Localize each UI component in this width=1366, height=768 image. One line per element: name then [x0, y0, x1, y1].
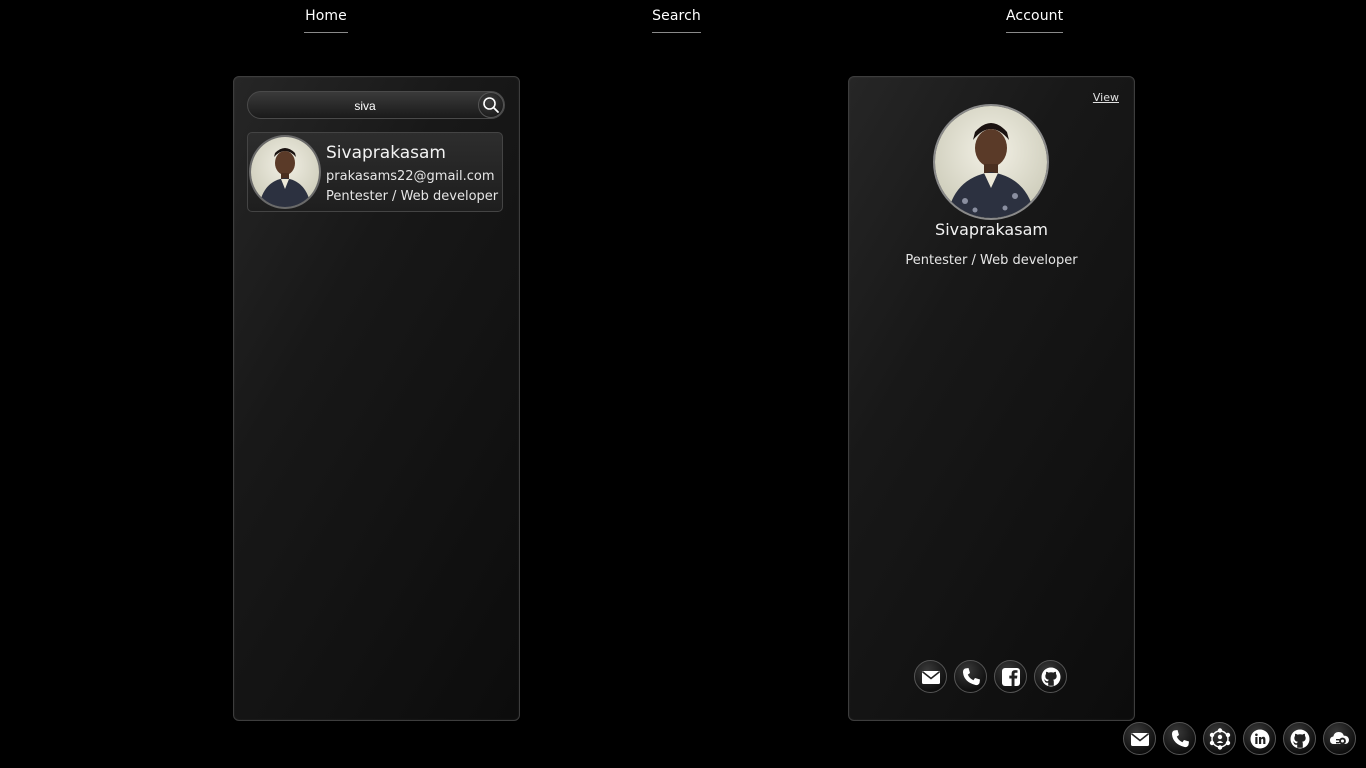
nav-home[interactable]: Home: [304, 8, 348, 33]
nav-search[interactable]: Search: [652, 8, 701, 33]
nav-account[interactable]: Account: [1006, 8, 1063, 33]
profile-avatar: [933, 104, 1049, 220]
search-button[interactable]: [478, 92, 504, 118]
phone-icon: [962, 667, 980, 685]
search-result-item[interactable]: Sivaprakasam prakasams22@gmail.com Pente…: [247, 132, 503, 212]
result-role: Pentester / Web developer: [326, 189, 499, 204]
github-icon: [1041, 667, 1060, 686]
profile-role: Pentester / Web developer: [905, 253, 1078, 268]
search-bar: [247, 91, 505, 119]
search-input[interactable]: [258, 95, 472, 117]
cloud-icon: [1329, 731, 1349, 744]
view-link[interactable]: View: [1093, 91, 1119, 104]
linkedin-icon: [1250, 729, 1269, 748]
search-icon: [483, 97, 499, 113]
profile-name: Sivaprakasam: [935, 220, 1048, 239]
phone-icon: [1171, 729, 1189, 747]
result-avatar: [249, 135, 321, 209]
email-icon: [1130, 732, 1149, 746]
profile-github-button[interactable]: [1034, 660, 1067, 693]
footer-github-button[interactable]: [1283, 722, 1316, 755]
github-icon: [1290, 729, 1309, 748]
footer-social-links: [1123, 722, 1356, 755]
footer-email-button[interactable]: [1123, 722, 1156, 755]
profile-email-button[interactable]: [914, 660, 947, 693]
profile-panel: View Sivaprakasam Pentester / Web develo…: [848, 76, 1135, 721]
result-email: prakasams22@gmail.com: [326, 169, 495, 184]
search-panel: Sivaprakasam prakasams22@gmail.com Pente…: [233, 76, 520, 721]
email-icon: [921, 670, 940, 684]
footer-phone-button[interactable]: [1163, 722, 1196, 755]
facebook-icon: [1001, 667, 1020, 686]
profile-social-links: [914, 660, 1067, 693]
profile-phone-button[interactable]: [954, 660, 987, 693]
result-name: Sivaprakasam: [326, 143, 446, 163]
footer-network-button[interactable]: [1203, 722, 1236, 755]
network-icon: [1209, 727, 1230, 750]
footer-linkedin-button[interactable]: [1243, 722, 1276, 755]
profile-facebook-button[interactable]: [994, 660, 1027, 693]
footer-cloud-button[interactable]: [1323, 722, 1356, 755]
